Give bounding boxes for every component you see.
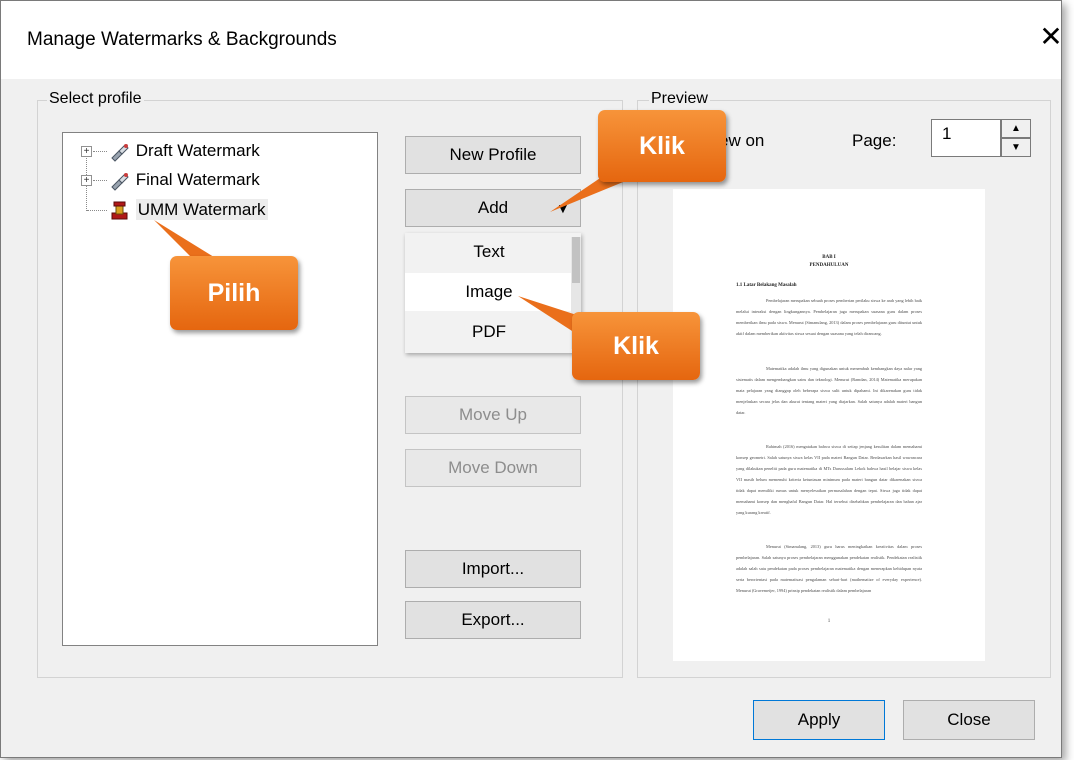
doc-paragraph: Rahimah (2016) mengatakan bahwa siswa di… bbox=[736, 444, 922, 515]
doc-paragraph: Matematika adalah ilmu yang digunakan un… bbox=[736, 366, 922, 415]
add-button-label: Add bbox=[477, 198, 509, 217]
page-number-input[interactable]: 1 bbox=[931, 119, 1001, 157]
new-profile-button[interactable]: New Profile bbox=[405, 136, 581, 174]
doc-paragraph: Menurut (Simanulang, 2013) guru harus me… bbox=[736, 544, 922, 593]
tree-connector bbox=[93, 180, 107, 181]
preview-page: BAB I PENDAHULUAN 1.1 Latar Belakang Mas… bbox=[673, 189, 985, 661]
dialog-title: Manage Watermarks & Backgrounds bbox=[27, 29, 337, 50]
doc-paragraph: Pembelajaran merupakan sebuah proses pem… bbox=[736, 298, 922, 336]
manage-watermarks-dialog: Manage Watermarks & Backgrounds ✕ Select… bbox=[0, 0, 1063, 758]
menu-scrollbar-thumb[interactable] bbox=[572, 237, 580, 283]
tree-item-draft-watermark[interactable]: Draft Watermark bbox=[109, 139, 260, 163]
expand-toggle-final[interactable]: + bbox=[81, 175, 92, 186]
import-button[interactable]: Import... bbox=[405, 550, 581, 588]
pilih-callout: Pilih bbox=[170, 256, 298, 330]
doc-heading-1: BAB I bbox=[822, 255, 836, 260]
title-bar: Manage Watermarks & Backgrounds ✕ bbox=[1, 1, 1063, 79]
klik-image-callout: Klik bbox=[572, 312, 700, 380]
add-button[interactable]: Add ▼ bbox=[405, 189, 581, 227]
preview-label: Preview bbox=[649, 90, 710, 108]
select-profile-label: Select profile bbox=[47, 90, 144, 108]
spin-up-icon[interactable]: ▲ bbox=[1001, 119, 1031, 138]
menu-item-image[interactable]: Image bbox=[405, 273, 573, 311]
draft-watermark-icon bbox=[111, 143, 129, 162]
umm-watermark-icon bbox=[111, 201, 128, 220]
page-label: Page: bbox=[852, 131, 897, 150]
chevron-down-icon: ▼ bbox=[556, 200, 570, 216]
expand-toggle-draft[interactable]: + bbox=[81, 146, 92, 157]
profile-tree[interactable]: + Draft Watermark + Final Watermark UMM … bbox=[62, 132, 378, 646]
move-up-button[interactable]: Move Up bbox=[405, 396, 581, 434]
doc-page-number: 1 bbox=[827, 619, 831, 624]
add-dropdown-menu: Text Image PDF bbox=[405, 233, 581, 353]
close-button[interactable]: Close bbox=[903, 700, 1035, 740]
close-icon[interactable]: ✕ bbox=[1037, 23, 1065, 51]
doc-subheading: 1.1 Latar Belakang Masalah bbox=[736, 283, 797, 288]
tree-item-label: Draft Watermark bbox=[135, 141, 260, 160]
spin-down-icon[interactable]: ▼ bbox=[1001, 138, 1031, 157]
move-down-button[interactable]: Move Down bbox=[405, 449, 581, 487]
tree-item-label: UMM Watermark bbox=[135, 199, 268, 220]
klik-add-callout: Klik bbox=[598, 110, 726, 182]
tree-connector bbox=[93, 151, 107, 152]
final-watermark-icon bbox=[111, 172, 129, 191]
page-spinner[interactable]: ▲ ▼ bbox=[1001, 119, 1031, 157]
tree-item-umm-watermark[interactable]: UMM Watermark bbox=[109, 198, 268, 222]
apply-button[interactable]: Apply bbox=[753, 700, 885, 740]
tree-item-final-watermark[interactable]: Final Watermark bbox=[109, 168, 260, 192]
export-button[interactable]: Export... bbox=[405, 601, 581, 639]
doc-heading-2: PENDAHULUAN bbox=[809, 263, 849, 268]
tree-item-label: Final Watermark bbox=[135, 170, 260, 189]
tree-connector bbox=[87, 210, 107, 211]
menu-item-pdf[interactable]: PDF bbox=[405, 313, 573, 351]
menu-item-text[interactable]: Text bbox=[405, 233, 573, 271]
